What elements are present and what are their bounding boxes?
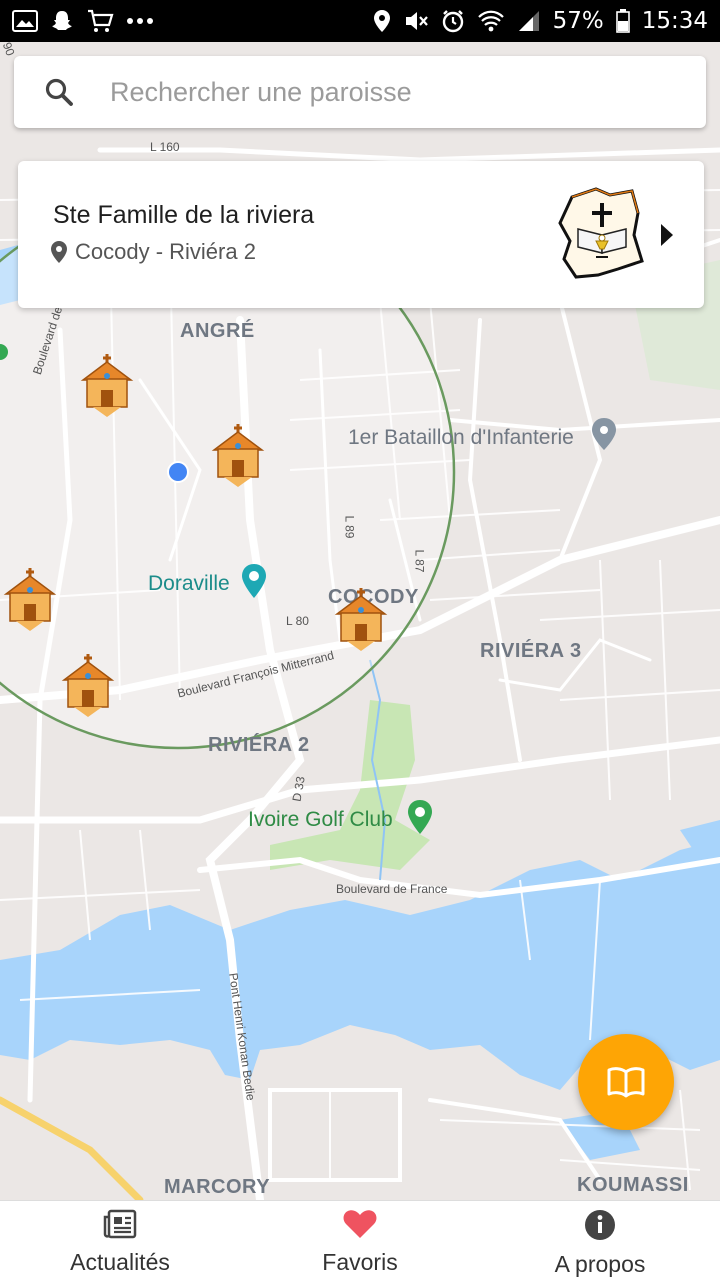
map-poi-bataillon[interactable]: 1er Bataillon d'Infanterie [348,426,574,450]
map-label-angre: ANGRÉ [180,320,255,342]
church-marker[interactable] [79,354,135,418]
road-label-l160: L 160 [150,140,180,154]
church-marker[interactable] [333,588,389,652]
mute-icon [405,12,428,30]
chevron-right-icon[interactable] [659,222,675,248]
clock: 15:34 [641,8,708,34]
nav-favoris[interactable]: Favoris [240,1201,480,1280]
road-label-l89: L 89 [342,515,357,539]
signal-icon [518,11,539,31]
alarm-icon [442,10,463,33]
map-label-koumassi: KOUMASSI [577,1174,689,1196]
status-system: 57% 15:34 [373,8,708,34]
nav-actualites[interactable]: Actualités [0,1201,240,1280]
map-label-riviera-3: RIVIÉRA 3 [480,640,582,662]
map-poi-golf[interactable]: Ivoire Golf Club [248,808,393,832]
open-book-button[interactable] [578,1034,674,1130]
bottom-navigation: Actualités Favoris A propos [0,1200,720,1280]
nav-label-a-propos: A propos [554,1251,646,1277]
nav-label-actualites: Actualités [70,1249,170,1275]
search-icon[interactable] [44,77,74,107]
map-label-riviera-2: RIVIÉRA 2 [208,734,310,756]
news-icon [103,1209,137,1239]
nav-a-propos[interactable]: A propos [480,1201,720,1280]
wifi-icon [477,10,504,32]
book-open-icon [607,1067,645,1098]
battery-percent: 57% [552,8,604,34]
cart-icon [88,9,114,32]
church-marker[interactable] [2,568,58,632]
location-pin-icon [51,241,67,263]
status-notifications [12,8,154,34]
parish-name: Ste Famille de la riviera [53,201,315,229]
battery-icon [615,9,630,33]
parish-card[interactable]: Ste Famille de la riviera Cocody - Rivié… [18,161,704,308]
snapchat-icon [52,11,72,30]
parish-location-text: Cocody - Riviéra 2 [75,239,256,264]
search-bar[interactable] [14,56,706,128]
road-label-l80: L 80 [286,614,309,628]
church-marker[interactable] [210,424,266,488]
nav-label-favoris: Favoris [322,1249,398,1275]
heart-icon [343,1210,377,1238]
map-poi-doraville[interactable]: Doraville [148,572,230,596]
road-label-bd-france: Boulevard de France [336,882,448,896]
parish-location: Cocody - Riviéra 2 [51,239,256,265]
search-input[interactable] [110,76,650,108]
road-label-l87: L 87 [412,549,427,573]
church-marker[interactable] [60,654,116,718]
more-notifications-icon [127,18,153,24]
map-label-marcory: MARCORY [164,1176,271,1198]
info-icon [585,1210,615,1240]
parish-logo [558,187,644,279]
status-bar: 57% 15:34 [0,0,720,42]
location-icon [373,10,390,32]
gallery-icon [12,10,38,32]
